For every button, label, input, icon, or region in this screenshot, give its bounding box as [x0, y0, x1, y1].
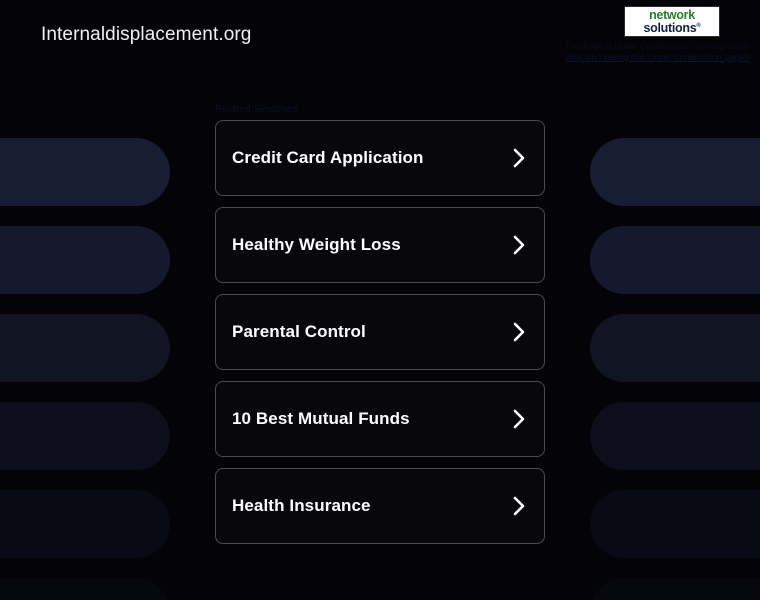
related-search-label: Credit Card Application	[232, 148, 424, 167]
related-search-label: Health Insurance	[232, 496, 371, 515]
related-search-label: Parental Control	[232, 322, 366, 341]
decorative-pill-left-2	[0, 226, 170, 294]
chevron-right-icon	[513, 148, 525, 168]
chevron-right-icon	[513, 496, 525, 516]
related-search-card[interactable]: Credit Card Application	[215, 120, 545, 196]
related-search-card[interactable]: Parental Control	[215, 294, 545, 370]
chevron-right-icon	[513, 235, 525, 255]
decorative-pill-right-3	[590, 314, 760, 382]
notice-help-link[interactable]: Why am I seeing this 'Under Construction…	[565, 52, 749, 62]
related-searches-label: Related Searches	[215, 104, 298, 115]
decorative-pill-left-1	[0, 138, 170, 206]
decorative-pill-left-3	[0, 314, 170, 382]
related-search-card[interactable]: Healthy Weight Loss	[215, 207, 545, 283]
decorative-pill-right-5	[590, 490, 760, 558]
decorative-pill-left-4	[0, 402, 170, 470]
page-title: Internaldisplacement.org	[41, 24, 252, 45]
related-search-label: 10 Best Mutual Funds	[232, 409, 410, 428]
logo-text-solutions: solutions®	[643, 20, 701, 35]
decorative-pill-right-1	[590, 138, 760, 206]
decorative-pill-right-6	[590, 578, 760, 600]
related-search-card[interactable]: 10 Best Mutual Funds	[215, 381, 545, 457]
logo-text-solutions-word: solutions	[643, 20, 697, 35]
page-header: Internaldisplacement.org network solutio…	[0, 0, 760, 72]
notice-text: This Page Is Under Construction - Coming…	[564, 41, 749, 51]
decorative-pill-left-6	[0, 578, 170, 600]
related-search-card[interactable]: Health Insurance	[215, 468, 545, 544]
parked-domain-page: Internaldisplacement.org network solutio…	[0, 0, 760, 600]
network-solutions-logo: network solutions®	[624, 6, 720, 37]
decorative-pill-right-4	[590, 402, 760, 470]
chevron-right-icon	[513, 409, 525, 429]
related-search-label: Healthy Weight Loss	[232, 235, 401, 254]
decorative-pill-right-2	[590, 226, 760, 294]
decorative-pill-left-5	[0, 490, 170, 558]
registered-mark-icon: ®	[696, 22, 701, 29]
chevron-right-icon	[513, 322, 525, 342]
related-searches-list: Credit Card Application Healthy Weight Lo…	[215, 120, 545, 555]
under-construction-notice: This Page Is Under Construction - Coming…	[549, 41, 749, 63]
